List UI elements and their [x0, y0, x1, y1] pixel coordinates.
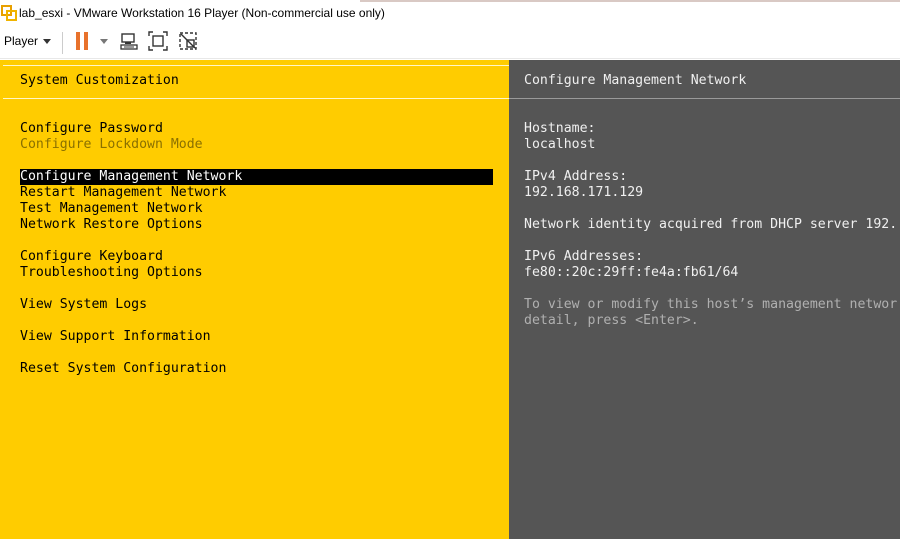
menu-item-restart-management-network[interactable]: Restart Management Network [20, 185, 226, 201]
menu-item-configure-keyboard[interactable]: Configure Keyboard [20, 249, 163, 265]
menu-item-configure-password[interactable]: Configure Password [20, 121, 163, 137]
pane-title: System Customization [20, 73, 179, 88]
ipv4-value: 192.168.171.129 [524, 185, 644, 200]
pause-icon[interactable] [76, 32, 90, 50]
pane-divider [3, 98, 509, 99]
menu-item-network-restore-options[interactable]: Network Restore Options [20, 217, 203, 233]
vm-console[interactable]: System Customization Configure Password … [0, 60, 900, 539]
hostname-label: Hostname: [524, 121, 596, 136]
fit-guest-icon[interactable] [148, 31, 168, 51]
player-menu-button[interactable]: Player [4, 34, 38, 48]
network-identity-text: Network identity acquired from DHCP serv… [524, 217, 898, 232]
send-ctrl-alt-del-icon[interactable] [119, 31, 139, 51]
pane-title: Configure Management Network [524, 73, 747, 88]
player-menu-chevron-icon[interactable] [43, 39, 51, 44]
ipv6-label: IPv6 Addresses: [524, 249, 644, 264]
window-title-bar: lab_esxi - VMware Workstation 16 Player … [0, 0, 900, 27]
system-customization-pane: System Customization Configure Password … [0, 60, 509, 539]
hostname-value: localhost [524, 137, 596, 152]
menu-item-reset-system-configuration[interactable]: Reset System Configuration [20, 361, 226, 377]
pane-divider [509, 98, 900, 99]
hint-text-line-1: To view or modify this host’s management… [524, 297, 898, 312]
menu-item-view-support-information[interactable]: View Support Information [20, 329, 211, 345]
title-bar-accent [360, 0, 900, 2]
ipv4-label: IPv4 Address: [524, 169, 628, 184]
menu-item-troubleshooting-options[interactable]: Troubleshooting Options [20, 265, 203, 281]
toolbar-separator [62, 32, 63, 54]
vmware-app-icon [1, 5, 17, 21]
player-toolbar: Player [0, 27, 900, 59]
menu-item-view-system-logs[interactable]: View System Logs [20, 297, 147, 313]
pane-border [3, 65, 509, 66]
menu-item-configure-lockdown-mode[interactable]: Configure Lockdown Mode [20, 137, 203, 153]
power-options-chevron-icon[interactable] [100, 39, 108, 44]
hint-text-line-2: detail, press <Enter>. [524, 313, 699, 328]
unity-mode-icon[interactable] [178, 31, 198, 51]
window-title: lab_esxi - VMware Workstation 16 Player … [19, 6, 385, 20]
management-network-info-pane: Configure Management Network Hostname: l… [509, 60, 900, 539]
menu-item-test-management-network[interactable]: Test Management Network [20, 201, 203, 217]
ipv6-value: fe80::20c:29ff:fe4a:fb61/64 [524, 265, 739, 280]
menu-item-configure-management-network[interactable]: Configure Management Network [20, 169, 493, 185]
